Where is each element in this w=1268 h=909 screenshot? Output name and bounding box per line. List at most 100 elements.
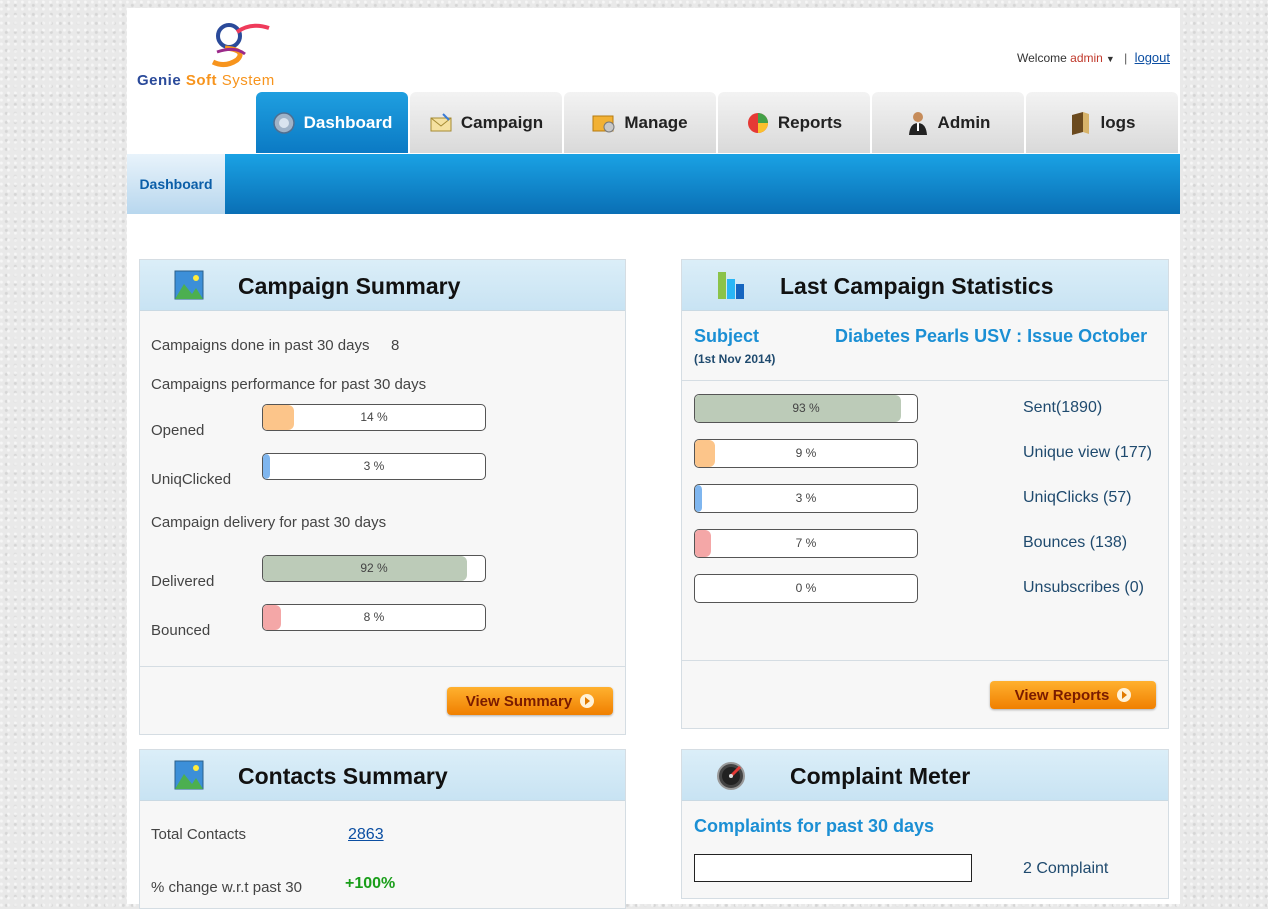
stat-progress-bar: 0 % <box>694 574 918 603</box>
complaint-meter-panel: Complaint Meter Complaints for past 30 d… <box>681 749 1169 899</box>
stat-progress-bar: 7 % <box>694 529 918 558</box>
stat-progress-bar: 93 % <box>694 394 918 423</box>
tab-campaign[interactable]: Campaign <box>410 92 562 153</box>
book-icon <box>1071 111 1089 135</box>
separator: | <box>1124 51 1128 65</box>
delivery-label: Campaign delivery for past 30 days <box>151 514 387 531</box>
panel-header: Contacts Summary <box>140 750 625 801</box>
progress-percent: 7 % <box>795 536 817 550</box>
image-icon <box>174 270 204 300</box>
tab-reports[interactable]: Reports <box>718 92 870 153</box>
sub-navigation-bar: Dashboard <box>127 154 1180 214</box>
divider <box>140 666 625 667</box>
welcome-area: Welcome admin ▼ | logout <box>1017 50 1170 65</box>
logout-link[interactable]: logout <box>1135 50 1170 65</box>
progress-percent: 8 % <box>363 610 385 624</box>
stat-label: Bounces (138) <box>1023 534 1128 551</box>
stat-label: UniqClicks (57) <box>1023 489 1132 506</box>
logo-genie: Genie <box>137 72 182 89</box>
delivered-progress-bar: 92 % <box>262 555 486 582</box>
change-label: % change w.r.t past 30 <box>151 879 302 896</box>
logo-soft: Soft <box>185 72 218 89</box>
panel-title: Complaint Meter <box>790 763 971 789</box>
subject-label: Subject <box>694 326 760 346</box>
stat-label: Sent(1890) <box>1023 399 1103 416</box>
uniqclicked-progress-bar: 3 % <box>262 453 486 480</box>
welcome-text: Welcome <box>1017 51 1067 65</box>
progress-percent: 93 % <box>792 401 820 415</box>
performance-label: Campaigns performance for past 30 days <box>151 376 427 393</box>
subject-date: (1st Nov 2014) <box>694 352 776 366</box>
progress-percent: 0 % <box>795 581 817 595</box>
folder-icon <box>592 115 615 132</box>
progress-percent: 92 % <box>360 561 388 575</box>
arrow-right-icon <box>1117 688 1132 702</box>
bounced-label: Bounced <box>151 622 211 639</box>
envelope-icon <box>430 112 452 131</box>
logo[interactable]: Genie Soft System <box>137 18 357 89</box>
progress-percent: 3 % <box>795 491 817 505</box>
user-name[interactable]: admin <box>1070 51 1103 65</box>
complaint-count: 2 Complaint <box>1023 860 1109 877</box>
progress-percent: 3 % <box>363 459 385 473</box>
button-label: View Summary <box>465 692 573 710</box>
pie-chart-icon <box>747 112 768 133</box>
progress-percent: 14 % <box>360 410 388 424</box>
tab-label: Admin <box>937 112 991 132</box>
opened-progress-bar: 14 % <box>262 404 486 431</box>
tab-label: Campaign <box>460 112 544 132</box>
total-contacts-label: Total Contacts <box>151 826 247 843</box>
tab-admin[interactable]: Admin <box>872 92 1024 153</box>
stat-progress-bar: 9 % <box>694 439 918 468</box>
delivered-label: Delivered <box>151 573 215 590</box>
tab-logs[interactable]: logs <box>1026 92 1178 153</box>
campaigns-done-value: 8 <box>391 337 400 354</box>
subtab-dashboard[interactable]: Dashboard <box>127 154 225 214</box>
panel-title: Contacts Summary <box>238 763 448 789</box>
campaign-summary-panel: Campaign Summary Campaigns done in past … <box>139 259 626 735</box>
tab-label: Reports <box>777 112 843 132</box>
complaint-meter-bar <box>694 854 972 882</box>
opened-label: Opened <box>151 422 205 439</box>
user-icon <box>908 111 927 135</box>
chevron-down-icon[interactable]: ▼ <box>1106 54 1115 64</box>
panel-header: Complaint Meter <box>682 750 1168 801</box>
subject-value: Diabetes Pearls USV : Issue October <box>835 326 1148 346</box>
image-icon <box>174 760 204 790</box>
view-reports-button[interactable]: View Reports <box>990 681 1156 709</box>
divider <box>682 660 1168 661</box>
change-value: +100% <box>345 875 396 892</box>
panel-title: Last Campaign Statistics <box>780 273 1054 299</box>
logo-system: System <box>221 72 275 89</box>
stat-label: Unsubscribes (0) <box>1023 579 1144 596</box>
button-label: View Reports <box>1014 686 1110 704</box>
divider <box>682 380 1168 381</box>
tab-label: Manage <box>624 112 688 132</box>
bar-chart-icon <box>718 272 744 299</box>
page: Genie Soft System Welcome admin ▼ | logou… <box>127 8 1180 909</box>
stat-progress-bar: 3 % <box>694 484 918 513</box>
contacts-summary-panel: Contacts Summary Total Contacts 2863 % c… <box>139 749 626 909</box>
tab-manage[interactable]: Manage <box>564 92 716 153</box>
total-contacts-link[interactable]: 2863 <box>348 826 384 844</box>
panel-title: Campaign Summary <box>238 273 461 299</box>
view-summary-button[interactable]: View Summary <box>447 687 613 715</box>
logo-mark-icon <box>211 23 270 68</box>
logo-text: Genie Soft System <box>137 72 275 89</box>
bounced-progress-bar: 8 % <box>262 604 486 631</box>
tab-dashboard[interactable]: Dashboard <box>256 92 408 153</box>
tab-label: Dashboard <box>303 112 393 132</box>
speedometer-icon <box>717 762 745 790</box>
tab-label: logs <box>1100 112 1136 132</box>
dashboard-icon <box>272 111 295 134</box>
panel-header: Last Campaign Statistics <box>682 260 1168 311</box>
complaints-subtitle: Complaints for past 30 days <box>694 816 935 836</box>
arrow-right-icon <box>580 694 595 708</box>
last-campaign-statistics-panel: Last Campaign Statistics Subject (1st No… <box>681 259 1169 729</box>
campaigns-done-label: Campaigns done in past 30 days <box>151 337 370 354</box>
panel-header: Campaign Summary <box>140 260 625 311</box>
main-tabs: Dashboard Campaign Manage Reports Admin … <box>256 92 1180 154</box>
uniqclicked-label: UniqClicked <box>151 471 232 488</box>
stat-label: Unique view (177) <box>1023 444 1152 461</box>
progress-percent: 9 % <box>795 446 817 460</box>
